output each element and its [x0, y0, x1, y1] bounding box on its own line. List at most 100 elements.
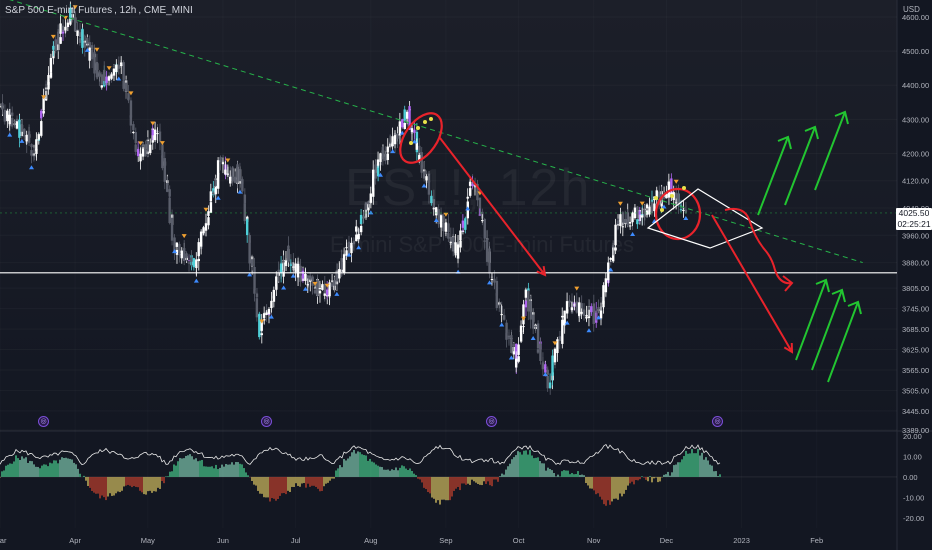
x-tick-label: Sep — [439, 536, 452, 545]
candle-body — [682, 210, 685, 212]
candle-body — [590, 306, 593, 313]
candle-body — [49, 57, 53, 73]
candle-body — [199, 231, 203, 247]
y-tick-label: 4600.00 — [902, 13, 929, 22]
candle-body — [146, 141, 150, 152]
candle-body — [442, 222, 445, 232]
candle-body — [37, 134, 40, 140]
candle-body — [224, 169, 227, 175]
y-tick-label: 4300.00 — [902, 115, 929, 124]
candle-body — [197, 242, 200, 257]
candle-body — [90, 45, 94, 50]
candle-body — [86, 38, 89, 44]
candle-body — [15, 121, 19, 129]
candle-body — [253, 289, 256, 294]
candle-body — [396, 134, 399, 139]
candle-body — [197, 258, 200, 262]
candle-body — [117, 65, 120, 67]
candle-body — [410, 128, 414, 133]
candle-body — [597, 307, 600, 310]
candle-body — [185, 253, 188, 258]
candle-body — [231, 167, 234, 182]
candle-body — [95, 62, 99, 78]
event-icon[interactable]: ◎ — [261, 416, 272, 427]
candle-body — [59, 23, 62, 34]
candle-body — [626, 212, 629, 226]
candle-body — [636, 206, 639, 218]
signal-dot — [423, 120, 427, 124]
candle-body — [323, 293, 326, 296]
price-chart[interactable]: 4600.00 4500.00 4400.00 4300.00 4200.00 4120.… — [0, 0, 932, 550]
event-icon[interactable]: ◎ — [486, 416, 497, 427]
candle-body — [510, 335, 513, 353]
candle-body — [679, 209, 683, 211]
candle-body — [127, 97, 130, 101]
candle-body — [73, 17, 77, 32]
candle-body — [1, 103, 4, 110]
candle-body — [129, 115, 133, 126]
interval[interactable]: 12h — [120, 5, 137, 16]
candle-body — [279, 263, 283, 274]
candle-body — [548, 382, 552, 389]
symbol-name[interactable]: S&P 500 E-mini Futures — [5, 5, 112, 16]
candle-body — [585, 316, 588, 319]
candle-body — [561, 315, 564, 318]
candle-body — [90, 49, 94, 60]
event-icon[interactable]: ◎ — [712, 416, 723, 427]
bar-countdown: 02:25:21 — [897, 219, 931, 229]
osc-y-tick-label: 20.00 — [903, 432, 922, 441]
candle-body — [233, 176, 237, 183]
x-tick-label: Jul — [291, 536, 301, 545]
candle-body — [413, 129, 416, 133]
candle-body — [277, 269, 280, 273]
x-tick-label: Mar — [0, 536, 7, 545]
candle-body — [262, 313, 266, 318]
candle-body — [313, 290, 317, 294]
candle-body — [401, 119, 404, 128]
candle-body — [330, 280, 334, 282]
candle-body — [299, 275, 302, 282]
candle-body — [674, 202, 678, 204]
candle-body — [166, 182, 169, 192]
candle-body — [59, 37, 62, 44]
candle-body — [289, 264, 293, 266]
candle-body — [388, 141, 392, 144]
y-tick-label: 3745.00 — [902, 305, 929, 314]
candle-body — [631, 212, 634, 223]
candle-body — [168, 197, 171, 224]
x-tick-label: Nov — [587, 536, 601, 545]
candle-body — [260, 333, 264, 336]
candle-body — [391, 136, 394, 147]
candle-body — [61, 31, 65, 34]
candle-body — [66, 22, 70, 27]
candle-body — [553, 348, 557, 363]
candle-body — [149, 144, 152, 154]
candle-body — [40, 121, 43, 136]
y-tick-label: 3685.00 — [902, 325, 929, 334]
candle-body — [619, 214, 622, 222]
candle-body — [105, 76, 108, 83]
candle-body — [684, 211, 688, 213]
x-tick-label: Jun — [217, 536, 229, 545]
candle-body — [536, 349, 540, 353]
candle-body — [175, 242, 179, 247]
candle-body — [624, 219, 627, 223]
candle-body — [609, 257, 612, 260]
candle-body — [8, 114, 11, 125]
candle-body — [500, 313, 503, 316]
candle-body — [122, 80, 125, 89]
candle-body — [444, 222, 448, 232]
candle-body — [267, 308, 271, 314]
candle-body — [178, 254, 181, 256]
candle-body — [602, 285, 605, 305]
candle-body — [250, 259, 254, 266]
candle-body — [386, 146, 389, 153]
osc-y-tick-label: 10.00 — [903, 453, 922, 462]
candle-body — [23, 135, 26, 137]
candle-body — [270, 300, 273, 309]
candle-body — [568, 300, 571, 302]
candle-body — [667, 181, 671, 185]
candle-body — [64, 26, 67, 31]
candle-body — [100, 74, 104, 85]
event-icon[interactable]: ◎ — [38, 416, 49, 427]
